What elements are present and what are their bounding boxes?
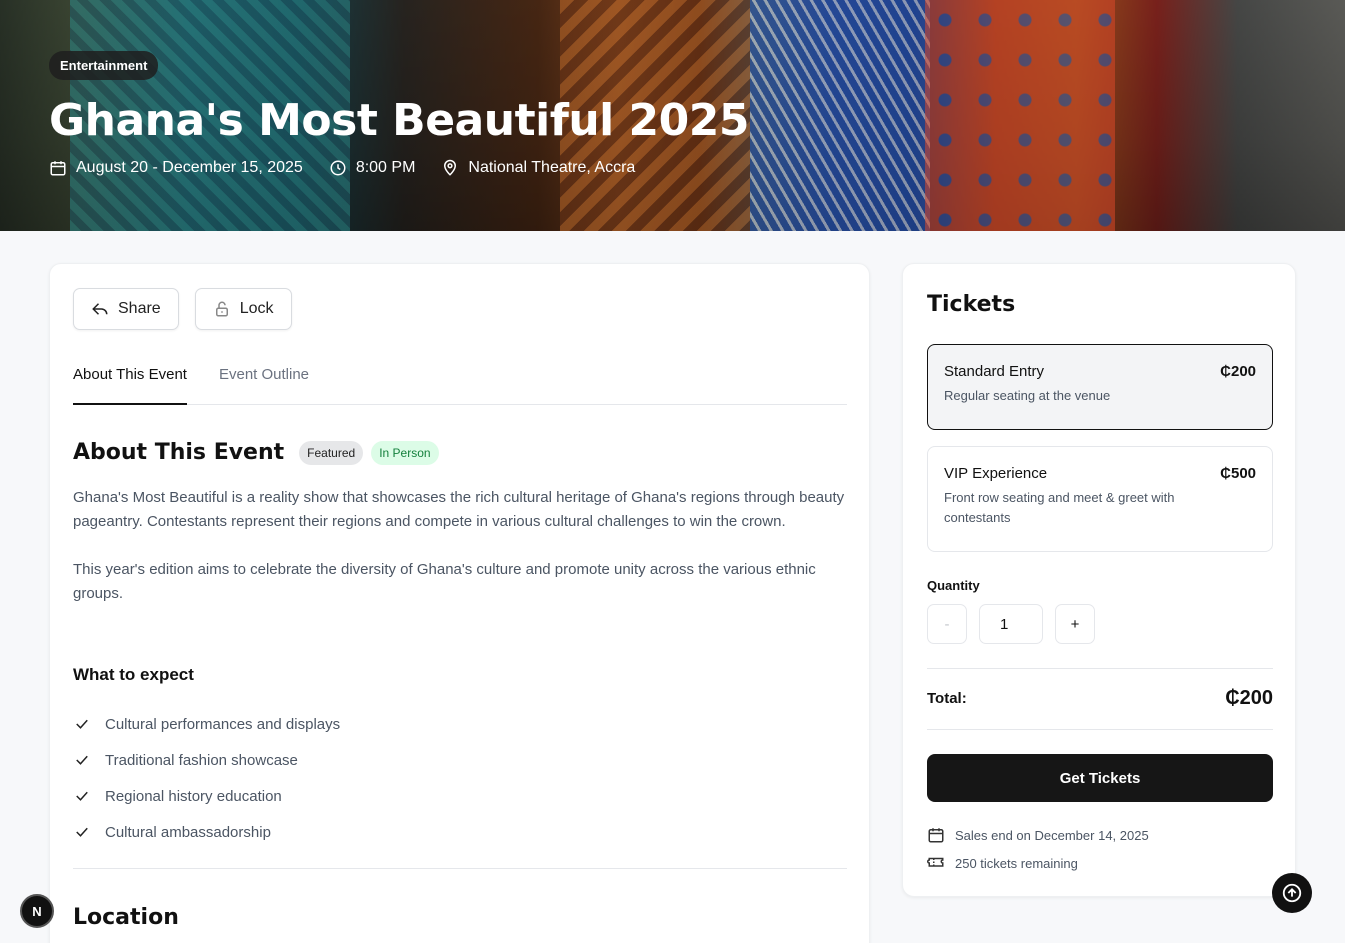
tickets-remaining-text: 250 tickets remaining [955,855,1078,871]
event-venue-text: National Theatre, Accra [468,159,636,176]
section-divider [73,868,847,869]
hero-content: Entertainment Ghana's Most Beautiful 202… [49,51,750,177]
share-label: Share [118,300,161,317]
scroll-to-top-button[interactable] [1272,873,1312,913]
expect-item-text: Traditional fashion showcase [105,751,298,769]
quantity-stepper: - 1 + [927,604,1095,644]
category-pill: Entertainment [49,51,159,80]
tab-outline[interactable]: Event Outline [219,358,309,405]
lock-button[interactable]: Lock [194,288,292,330]
expect-list: Cultural performances and displays Tradi… [73,706,340,850]
ticket-name: VIP Experience [944,465,1048,482]
ticket-icon [927,857,944,868]
check-icon [76,791,88,801]
list-item: Regional history education [73,778,340,814]
quantity-increment-button[interactable]: + [1055,604,1095,644]
divider [927,668,1273,669]
hero-image-fabric [925,0,1115,231]
clock-icon [330,160,346,176]
ticket-price: ₵500 [1220,465,1256,482]
expect-item-text: Regional history education [105,787,282,805]
in-person-badge: In Person [371,440,439,465]
event-date: August 20 - December 15, 2025 [49,159,303,177]
description-paragraph: This year's edition aims to celebrate th… [73,561,816,602]
total-row: Total: ₵200 [927,687,1273,710]
share-button[interactable]: Share [73,288,179,330]
hero-image-fabric [750,0,930,231]
ticket-option-vip[interactable]: VIP Experience ₵500 Front row seating an… [927,446,1273,552]
about-heading: About This Event [73,440,285,465]
divider [927,729,1273,730]
featured-badge: Featured [299,440,364,465]
tab-about[interactable]: About This Event [73,358,187,405]
ticket-row: VIP Experience ₵500 [944,465,1256,482]
ticket-price: ₵200 [1220,363,1256,380]
check-icon [76,755,88,765]
quantity-decrement-button[interactable]: - [927,604,967,644]
about-header: About This Event Featured In Person [73,440,447,465]
check-icon [76,827,88,837]
description-paragraph: Ghana's Most Beautiful is a reality show… [73,489,845,530]
event-venue: National Theatre, Accra [441,159,635,177]
list-item: Traditional fashion showcase [73,742,340,778]
tickets-card: Tickets Standard Entry ₵200 Regular seat… [902,263,1296,897]
share-icon [92,303,108,315]
total-value: ₵200 [1225,687,1273,709]
location-heading: Location [73,905,179,930]
event-tabs: About This Event Event Outline [73,358,847,405]
event-details-card: Share Lock About This Event Event Outlin… [49,263,870,943]
sales-end-info: Sales end on December 14, 2025 [927,826,1149,844]
map-pin-icon [444,159,457,176]
next-dev-badge[interactable]: N [20,894,54,928]
event-time-text: 8:00 PM [355,159,416,176]
event-description: Ghana's Most Beautiful is a reality show… [73,486,848,606]
ticket-row: Standard Entry ₵200 [944,363,1256,380]
calendar-icon [928,828,944,843]
ticket-option-standard[interactable]: Standard Entry ₵200 Regular seating at t… [927,344,1273,430]
event-meta: August 20 - December 15, 2025 8:00 PM Na… [49,159,749,177]
quantity-label: Quantity [927,578,980,593]
arrow-up-circle-icon [1282,883,1302,903]
calendar-icon [50,161,66,176]
list-item: Cultural performances and displays [73,706,340,742]
expect-item-text: Cultural ambassadorship [105,823,271,841]
check-icon [76,719,88,729]
lock-label: Lock [239,300,274,317]
event-time: 8:00 PM [329,159,416,177]
get-tickets-button[interactable]: Get Tickets [927,754,1273,802]
expect-title: What to expect [73,665,194,684]
total-label: Total: [927,690,967,707]
expect-item-text: Cultural performances and displays [105,715,341,733]
tickets-heading: Tickets [927,292,1016,317]
hero-banner: Entertainment Ghana's Most Beautiful 202… [0,0,1345,231]
ticket-description: Regular seating at the venue [944,388,1111,403]
lock-icon [215,301,228,317]
quantity-input[interactable]: 1 [979,604,1043,644]
action-row: Share Lock [73,288,292,330]
event-title: Ghana's Most Beautiful 2025 [49,95,750,146]
event-date-text: August 20 - December 15, 2025 [76,159,303,176]
list-item: Cultural ambassadorship [73,814,340,850]
ticket-description: Front row seating and meet & greet with … [944,490,1175,525]
sales-end-text: Sales end on December 14, 2025 [955,827,1149,843]
ticket-name: Standard Entry [944,363,1045,380]
tickets-remaining-info: 250 tickets remaining [927,854,1078,872]
